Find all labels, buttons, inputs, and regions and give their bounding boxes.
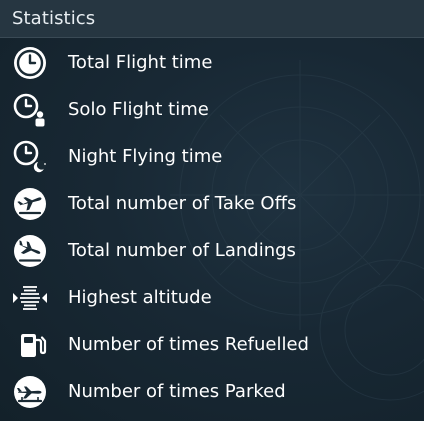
stat-row-highest-altitude: Highest altitude	[0, 274, 424, 321]
stat-label: Number of times Refuelled	[68, 334, 309, 355]
stat-label: Total number of Landings	[68, 240, 296, 261]
clock-moon-icon	[12, 139, 48, 175]
statistics-panel: Statistics Total Flight time Solo Flight…	[0, 0, 424, 421]
stat-label: Total Flight time	[68, 52, 213, 73]
parked-plane-icon	[12, 374, 48, 410]
stat-row-take-offs: Total number of Take Offs	[0, 180, 424, 227]
stat-label: Highest altitude	[68, 287, 212, 308]
statistics-header: Statistics	[0, 0, 424, 38]
takeoff-icon	[12, 186, 48, 222]
stat-row-parked: Number of times Parked	[0, 368, 424, 415]
landing-icon	[12, 233, 48, 269]
stat-label: Night Flying time	[68, 146, 223, 167]
altitude-icon	[12, 280, 48, 316]
stat-row-landings: Total number of Landings	[0, 227, 424, 274]
fuel-pump-icon	[12, 327, 48, 363]
stat-row-night-flying-time: Night Flying time	[0, 133, 424, 180]
stat-row-solo-flight-time: Solo Flight time	[0, 86, 424, 133]
stat-list: Total Flight time Solo Flight time Night…	[0, 39, 424, 415]
header-title: Statistics	[12, 8, 96, 29]
stat-row-total-flight-time: Total Flight time	[0, 39, 424, 86]
clock-person-icon	[12, 92, 48, 128]
stat-row-refuelled: Number of times Refuelled	[0, 321, 424, 368]
stat-label: Number of times Parked	[68, 381, 286, 402]
stat-label: Solo Flight time	[68, 99, 209, 120]
stopwatch-icon	[12, 45, 48, 81]
stat-label: Total number of Take Offs	[68, 193, 297, 214]
